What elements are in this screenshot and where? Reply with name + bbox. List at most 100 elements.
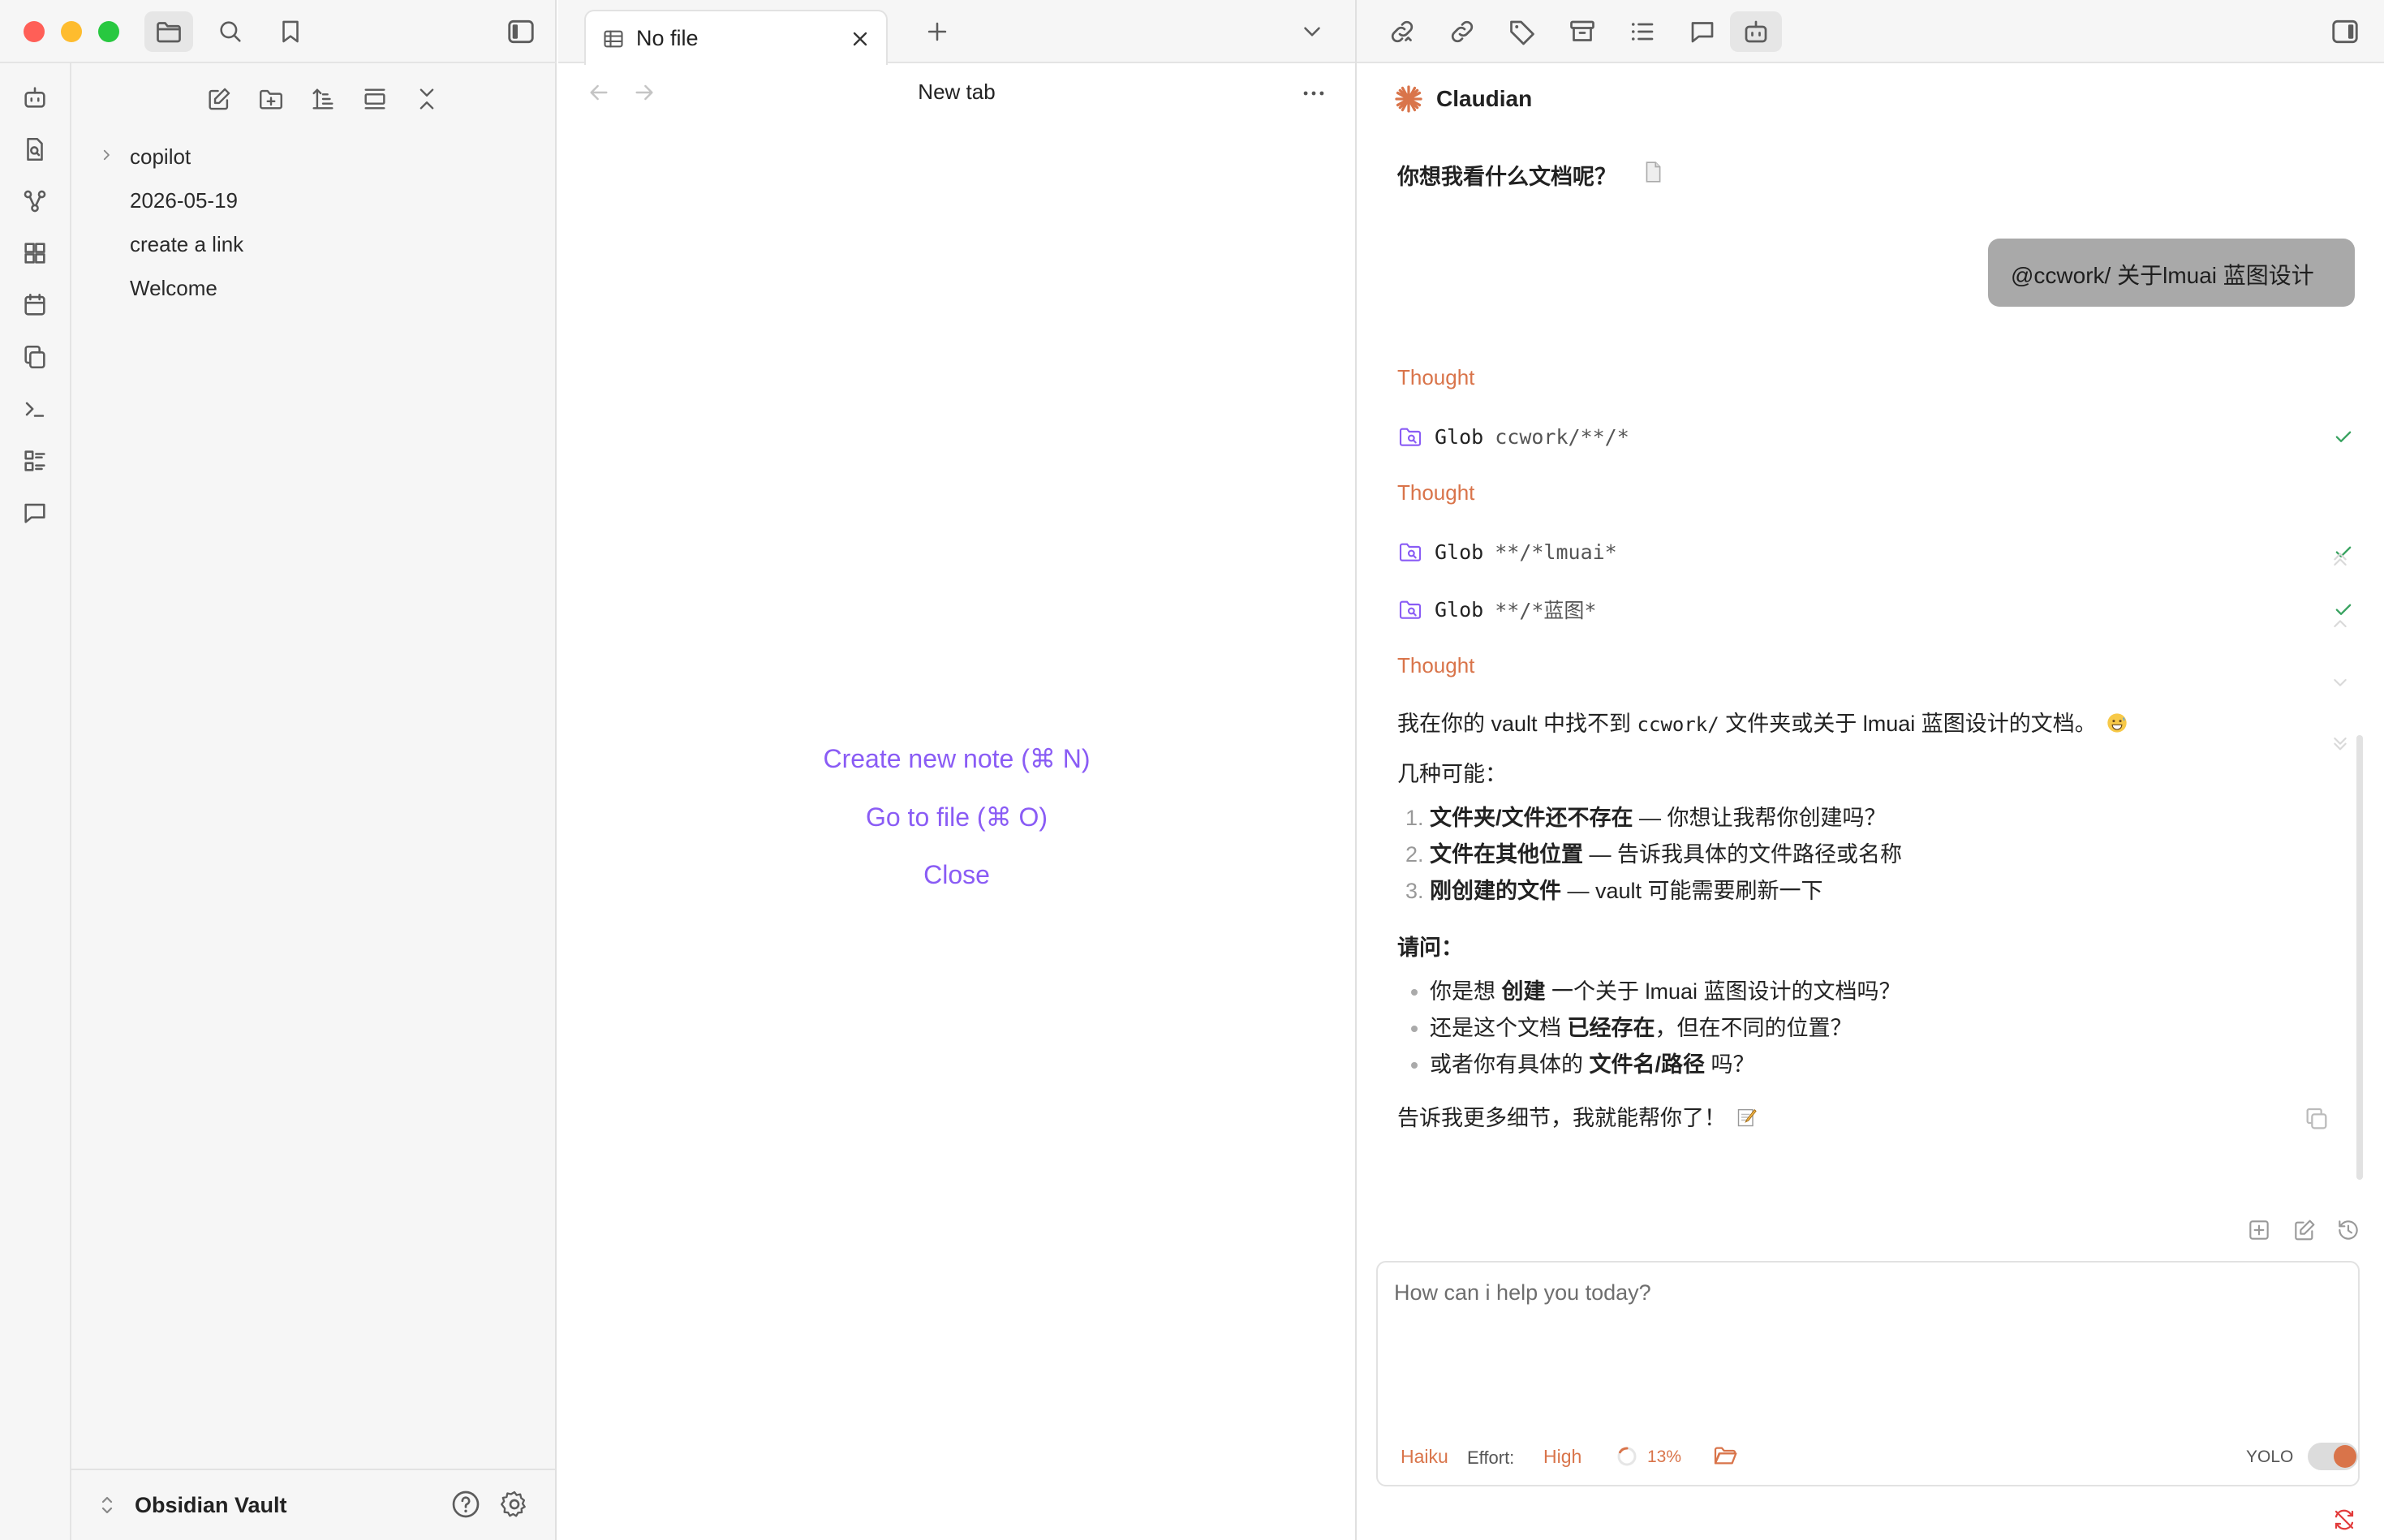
list-item: 你是想 创建 一个关于 lmuai 蓝图设计的文档吗？ — [1430, 974, 1901, 1010]
collapse-view-button[interactable] — [351, 81, 399, 117]
ribbon-message-button[interactable] — [17, 495, 53, 531]
tool-call-row[interactable]: Glob **/*蓝图* — [1397, 593, 2355, 626]
search-button[interactable] — [206, 11, 255, 52]
collapse-all-button[interactable] — [402, 81, 451, 117]
view-header-title: New tab — [918, 80, 996, 104]
tree-file[interactable]: create a link — [130, 232, 243, 257]
tree-file[interactable]: 2026-05-19 — [130, 188, 238, 213]
chat-input-box[interactable]: How can i help you today? Haiku Effort: … — [1376, 1261, 2360, 1486]
ribbon-claudian-button[interactable] — [17, 80, 53, 115]
ribbon-graph-button[interactable] — [17, 183, 53, 219]
outgoing-links-button[interactable] — [1436, 11, 1488, 52]
collapse-all-icon — [420, 88, 434, 110]
thought-label[interactable]: Thought — [1397, 365, 1474, 390]
archive-icon — [1570, 20, 1594, 41]
bookmarks-button[interactable] — [266, 11, 315, 52]
answer-text: 我在你的 vault 中找不到 — [1397, 712, 1637, 736]
copy-message-icon[interactable] — [2303, 1105, 2330, 1133]
new-note-button[interactable] — [195, 81, 243, 117]
chevron-right-icon[interactable] — [99, 148, 114, 162]
right-toolbar — [1357, 0, 2384, 63]
model-selector[interactable]: Haiku — [1401, 1446, 1448, 1468]
tree-folder-copilot[interactable]: copilot — [130, 144, 191, 170]
scroll-down-icon[interactable] — [2327, 670, 2353, 696]
new-tab-plus-icon[interactable] — [923, 18, 951, 45]
toggle-right-sidebar-button[interactable] — [2319, 11, 2371, 52]
list-item: 文件夹/文件还不存在 — 你想让我帮你创建吗？ — [1430, 800, 1902, 837]
thought-label[interactable]: Thought — [1397, 480, 1474, 505]
vault-switcher-bar: Obsidian Vault — [71, 1469, 555, 1540]
new-chat-icon[interactable] — [2291, 1217, 2317, 1243]
ribbon-calendar-button[interactable] — [17, 287, 53, 323]
go-to-file-link[interactable]: Go to file (⌘ O) — [558, 802, 1355, 832]
minimize-window-button[interactable] — [61, 21, 82, 42]
tool-call-row[interactable]: Glob **/*lmuai* — [1397, 536, 2355, 568]
ribbon-copy-button[interactable] — [17, 339, 53, 375]
ribbon-blocks-button[interactable] — [17, 235, 53, 271]
sidebar-right-icon — [2332, 19, 2358, 44]
tab-list-chevron-down-icon[interactable] — [1298, 18, 1326, 45]
tool-name: Glob — [1435, 597, 1484, 622]
chevron-updown-icon[interactable] — [97, 1493, 117, 1517]
close-window-button[interactable] — [24, 21, 45, 42]
answer-paragraph: 我在你的 vault 中找不到 ccwork/ 文件夹或关于 lmuai 蓝图设… — [1397, 706, 2128, 738]
yolo-toggle[interactable] — [2308, 1443, 2358, 1470]
tree-file[interactable]: Welcome — [130, 276, 217, 301]
scroll-up-icon[interactable] — [2327, 610, 2353, 636]
list-item: 还是这个文档 已经存在，但在不同的位置？ — [1430, 1010, 1901, 1047]
ribbon-list-button[interactable] — [17, 443, 53, 479]
questions-list: 你是想 创建 一个关于 lmuai 蓝图设计的文档吗？ 还是这个文档 已经存在，… — [1397, 974, 1901, 1083]
folder-icon — [157, 22, 181, 43]
list-item: 或者你有具体的 文件名/路径 吗？ — [1430, 1047, 1901, 1083]
archive-button[interactable] — [1556, 11, 1608, 52]
history-icon[interactable] — [2335, 1217, 2361, 1243]
list-item: 文件在其他位置 — 告诉我具体的文件路径或名称 — [1430, 837, 1902, 873]
close-link[interactable]: Close — [558, 860, 1355, 890]
create-new-note-link[interactable]: Create new note (⌘ N) — [558, 743, 1355, 774]
ribbon-file-search-button[interactable] — [17, 131, 53, 167]
yolo-label: YOLO — [2246, 1448, 2294, 1466]
tool-call-row[interactable]: Glob ccwork/**/* — [1397, 420, 2355, 453]
outline-button[interactable] — [1616, 11, 1668, 52]
more-options-icon[interactable] — [1300, 80, 1328, 107]
memo-emoji-icon — [1736, 1106, 1758, 1129]
settings-gear-icon[interactable] — [498, 1488, 531, 1521]
effort-label: Effort: — [1467, 1448, 1515, 1468]
scrollbar-thumb[interactable] — [2356, 735, 2363, 1180]
thought-label[interactable]: Thought — [1397, 653, 1474, 678]
scroll-bottom-icon[interactable] — [2327, 732, 2353, 758]
bot-icon — [24, 87, 45, 108]
tool-path: ccwork/**/* — [1495, 424, 1629, 449]
answer-paragraph: 几种可能： — [1397, 762, 1507, 786]
file-explorer-button[interactable] — [144, 11, 193, 52]
add-context-icon[interactable] — [2246, 1217, 2272, 1243]
new-folder-button[interactable] — [247, 81, 295, 117]
blocks-icon — [24, 243, 45, 264]
backlinks-button[interactable] — [1376, 11, 1428, 52]
chat-title: Claudian — [1436, 86, 1533, 111]
sync-status-icon[interactable] — [2332, 1508, 2356, 1532]
closing-text: 告诉我更多细节，我就能帮你了！ — [1397, 1106, 1726, 1130]
collapse-view-icon — [364, 88, 385, 110]
new-note-icon — [209, 88, 230, 110]
list-icon — [24, 450, 45, 471]
sort-button[interactable] — [299, 81, 347, 117]
closing-paragraph: 告诉我更多细节，我就能帮你了！ — [1397, 1100, 1758, 1132]
ribbon-terminal-button[interactable] — [17, 391, 53, 427]
chat-input-placeholder[interactable]: How can i help you today? — [1394, 1280, 1651, 1306]
possibilities-list: 文件夹/文件还不存在 — 你想让我帮你创建吗？ 文件在其他位置 — 告诉我具体的… — [1397, 800, 1902, 910]
tags-button[interactable] — [1496, 11, 1548, 52]
scroll-top-icon[interactable] — [2327, 545, 2353, 571]
terminal-icon — [25, 402, 45, 417]
table-icon — [602, 28, 625, 50]
toggle-left-sidebar-button[interactable] — [497, 11, 545, 52]
help-icon[interactable] — [450, 1488, 482, 1521]
close-tab-icon[interactable] — [849, 28, 871, 50]
claudian-tab-button[interactable] — [1730, 11, 1782, 52]
zoom-window-button[interactable] — [98, 21, 119, 42]
tab-no-file[interactable]: No file — [584, 10, 888, 65]
comments-button[interactable] — [1676, 11, 1728, 52]
folder-open-icon[interactable] — [1712, 1443, 1738, 1469]
effort-selector[interactable]: High — [1543, 1446, 1581, 1468]
vault-name[interactable]: Obsidian Vault — [135, 1493, 287, 1518]
